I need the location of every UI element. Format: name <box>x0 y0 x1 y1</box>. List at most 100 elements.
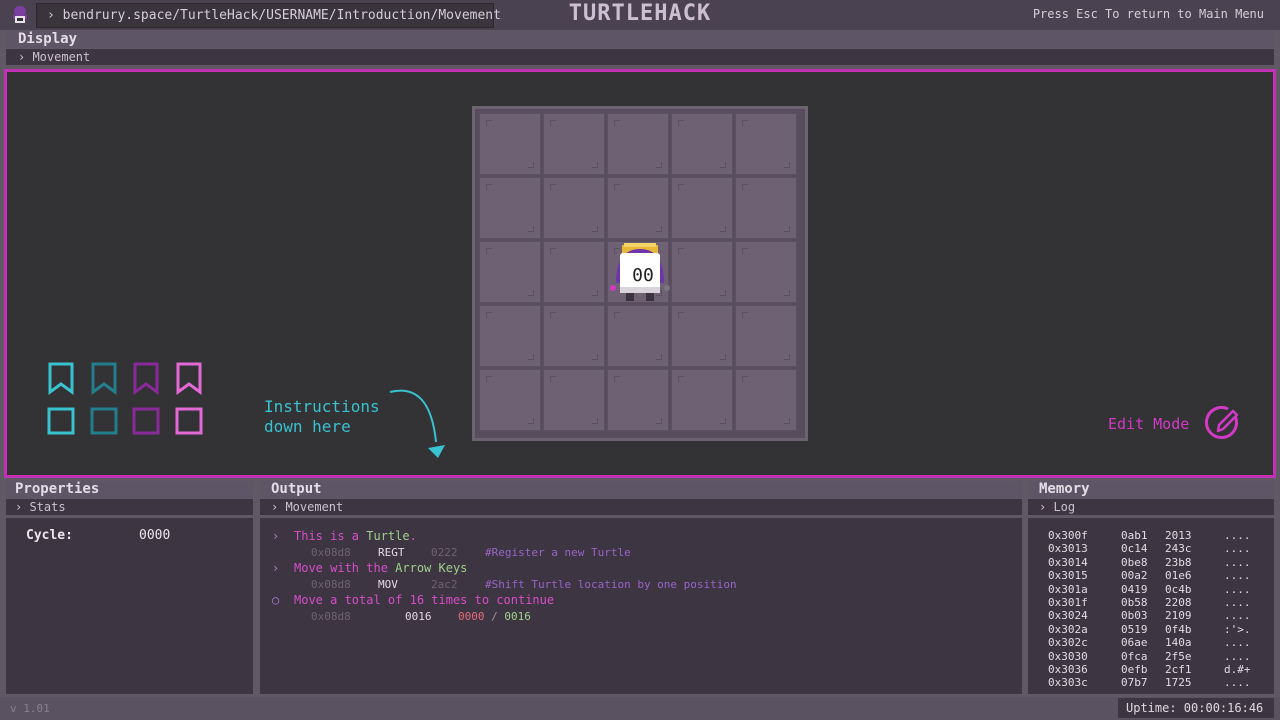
bookmark-pink-icon[interactable] <box>174 361 204 395</box>
color-palette <box>46 361 206 436</box>
memory-word-1: 0be8 <box>1121 555 1148 569</box>
instructions-hint: Instructions down here <box>264 397 380 437</box>
properties-breadcrumb-bar: › Stats <box>6 499 253 515</box>
edit-pencil-icon[interactable] <box>1204 404 1242 442</box>
memory-ascii: .... <box>1224 555 1251 569</box>
memory-panel: 0x300f 0ab1 2013.... 0x3013 0c14 243c.... 0x30… <box>1028 518 1274 694</box>
grid-tile <box>735 113 797 175</box>
grid-tile <box>735 241 797 303</box>
memory-ascii: .... <box>1224 676 1251 690</box>
memory-word-1: 0b03 <box>1121 609 1148 623</box>
display-breadcrumb[interactable]: › Movement <box>18 50 90 64</box>
memory-word-1: 0fca <box>1121 649 1148 663</box>
memory-ascii: .... <box>1224 596 1251 609</box>
memory-ascii: .... <box>1224 609 1251 623</box>
instruction-address: 0x08d8 <box>311 578 351 591</box>
memory-ascii: .... <box>1224 649 1251 663</box>
address-bar[interactable]: › bendrury.space/TurtleHack/USERNAME/Int… <box>36 3 501 28</box>
memory-word-2: 1725 <box>1165 676 1192 690</box>
turtle[interactable]: 00 <box>608 243 672 305</box>
output-message: › This is a Turtle. <box>272 529 417 543</box>
grid-tile <box>479 305 541 367</box>
memory-word-1: 06ae <box>1121 636 1148 650</box>
moves-current: 0000 <box>458 610 485 623</box>
cycle-value: 0000 <box>139 528 171 543</box>
grid-tile <box>479 113 541 175</box>
memory-word-2: 2208 <box>1165 596 1192 609</box>
memory-word-2: 243c <box>1165 542 1192 556</box>
output-panel: › This is a Turtle. 0x08d8 REGT 0222 #Reg… <box>260 518 1022 694</box>
turtle-logo-icon <box>13 6 27 23</box>
square-pink-icon[interactable] <box>175 407 203 435</box>
memory-word-1: 0efb <box>1121 663 1148 676</box>
grid-tile <box>607 369 669 431</box>
grid-tile <box>479 369 541 431</box>
grid-tile <box>543 113 605 175</box>
memory-address: 0x3036 <box>1048 663 1088 676</box>
required-moves: 0016 <box>405 610 432 623</box>
memory-address: 0x303c <box>1048 676 1088 690</box>
grid-tile <box>607 113 669 175</box>
memory-address: 0x3014 <box>1048 555 1088 569</box>
square-cyan-icon[interactable] <box>47 407 75 435</box>
instruction-opcode: MOV <box>378 578 398 591</box>
display-title-bar: Display <box>6 31 1274 48</box>
keyword-highlight: Turtle <box>366 529 410 543</box>
memory-word-1: 0ab1 <box>1121 529 1148 542</box>
display-title: Display <box>18 31 78 47</box>
grid-tile <box>735 369 797 431</box>
memory-address: 0x300f <box>1048 529 1088 542</box>
memory-word-1: 0419 <box>1121 582 1148 596</box>
output-message: › Move with the Arrow Keys <box>272 561 468 575</box>
memory-word-1: 0c14 <box>1121 542 1148 556</box>
memory-word-1: 00a2 <box>1121 569 1148 583</box>
memory-address: 0x301f <box>1048 596 1088 609</box>
uptime-box: Uptime: 00:00:16:46 <box>1118 698 1274 718</box>
memory-ascii: .... <box>1224 542 1251 556</box>
bookmark-purple-icon[interactable] <box>131 361 161 395</box>
output-message: ○ Move a total of 16 times to continue <box>272 593 554 607</box>
memory-address: 0x3013 <box>1048 542 1088 556</box>
instruction-arg: 0222 <box>431 546 458 559</box>
memory-address: 0x3024 <box>1048 609 1088 623</box>
bookmark-cyan-icon[interactable] <box>46 361 76 395</box>
memory-ascii: .... <box>1224 636 1251 650</box>
memory-word-2: 0f4b <box>1165 622 1192 636</box>
curved-arrow-icon <box>389 389 445 458</box>
edit-mode-label[interactable]: Edit Mode <box>1108 415 1189 433</box>
goal-text: Move a total of 16 times to continue <box>294 593 555 607</box>
address-url: › bendrury.space/TurtleHack/USERNAME/Int… <box>47 8 501 23</box>
output-breadcrumb[interactable]: › Movement <box>271 500 343 514</box>
grid-tile <box>735 177 797 239</box>
memory-word-1: 07b7 <box>1121 676 1148 690</box>
instruction-address: 0x08d8 <box>311 610 351 623</box>
output-title: Output <box>271 481 322 497</box>
memory-word-2: 2109 <box>1165 609 1192 623</box>
memory-breadcrumb-bar: › Log <box>1028 499 1274 515</box>
square-teal-icon[interactable] <box>90 407 118 435</box>
version-label: v 1.01 <box>10 702 50 715</box>
memory-word-2: 0c4b <box>1165 582 1192 596</box>
moves-separator: / <box>491 610 498 623</box>
grid-tile <box>543 241 605 303</box>
memory-word-2: 2f5e <box>1165 649 1192 663</box>
memory-ascii: .... <box>1224 529 1251 542</box>
bookmark-teal-icon[interactable] <box>89 361 119 395</box>
uptime-label: Uptime: 00:00:16:46 <box>1126 701 1264 715</box>
output-breadcrumb-bar: › Movement <box>260 499 1022 515</box>
properties-breadcrumb[interactable]: › Stats <box>15 500 66 514</box>
properties-title-bar: Properties <box>6 481 253 498</box>
memory-word-1: 0519 <box>1121 622 1148 636</box>
memory-address: 0x3015 <box>1048 569 1088 583</box>
square-purple-icon[interactable] <box>132 407 160 435</box>
memory-breadcrumb[interactable]: › Log <box>1039 500 1075 514</box>
properties-title: Properties <box>15 481 100 497</box>
output-title-bar: Output <box>260 481 1022 498</box>
moves-total: 0016 <box>504 610 531 623</box>
instruction-address: 0x08d8 <box>311 546 351 559</box>
properties-panel: Cycle: 0000 <box>6 518 253 694</box>
memory-address: 0x301a <box>1048 582 1088 596</box>
grid-tile <box>671 369 733 431</box>
grid-tile <box>671 177 733 239</box>
memory-word-2: 01e6 <box>1165 569 1192 583</box>
